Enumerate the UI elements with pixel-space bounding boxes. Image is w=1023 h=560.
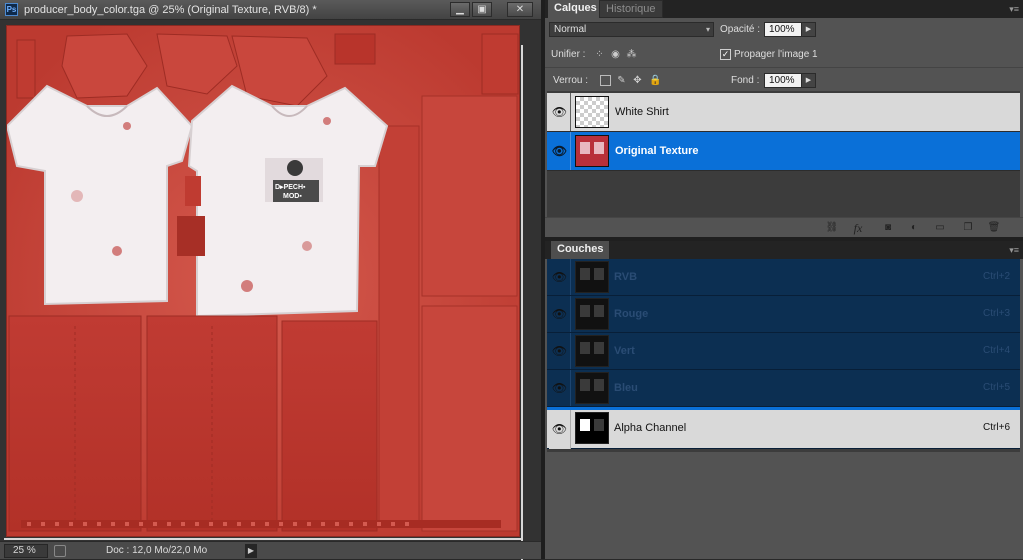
visibility-eye-icon[interactable]: 👁	[549, 370, 571, 406]
channel-thumbnail	[575, 298, 609, 330]
layers-panel: Calques Historique ▾≡ Normal ▾ Opacité :…	[545, 0, 1023, 237]
layers-tabbar: Calques Historique ▾≡	[545, 0, 1023, 18]
channel-shortcut: Ctrl+5	[983, 382, 1010, 393]
channels-panel-empty-area	[545, 452, 1023, 559]
channel-row-bleu[interactable]: 👁 Bleu Ctrl+5	[547, 370, 1020, 407]
channel-shortcut: Ctrl+6	[983, 422, 1010, 433]
zoom-field[interactable]: 25 %	[4, 544, 48, 558]
blend-mode-value: Normal	[554, 24, 587, 35]
channels-list: 👁 RVB Ctrl+2 👁 Rouge Ctrl+3 👁 Vert Ctrl+…	[547, 259, 1020, 452]
visibility-eye-icon[interactable]: 👁	[549, 259, 571, 295]
channels-tabbar: Couches ▾≡	[545, 241, 1023, 259]
opacity-arrow-button[interactable]: ▶	[801, 22, 816, 37]
texture-image: D▸PECH▪ MOD▪	[7, 26, 519, 536]
adjustment-icon[interactable]: ◐	[907, 221, 921, 235]
highlight-border-bottom	[4, 538, 523, 540]
mask-icon[interactable]: ◙	[881, 221, 895, 235]
svg-text:MOD▪: MOD▪	[283, 193, 302, 200]
panel-dock: Calques Historique ▾≡ Normal ▾ Opacité :…	[541, 0, 1023, 559]
unify-visibility-icon[interactable]: ◉	[610, 49, 621, 60]
link-icon[interactable]: ⛓	[825, 221, 839, 235]
tab-historique[interactable]: Historique	[599, 0, 663, 18]
channel-shortcut: Ctrl+4	[983, 345, 1010, 356]
visibility-eye-icon[interactable]: 👁	[549, 410, 571, 449]
channel-shortcut: Ctrl+2	[983, 271, 1010, 282]
layers-toolbar: ⛓ fx ◙ ◐ ▭ ❐ 🗑	[545, 217, 1023, 237]
channel-shortcut: Ctrl+3	[983, 308, 1010, 319]
visibility-eye-icon[interactable]: 👁	[549, 93, 571, 131]
blend-mode-select[interactable]: Normal ▾	[549, 22, 714, 37]
visibility-eye-icon[interactable]: 👁	[549, 296, 571, 332]
opacity-label: Opacité :	[720, 24, 761, 35]
layer-name[interactable]: White Shirt	[615, 106, 669, 118]
chevron-down-icon: ▾	[705, 25, 710, 34]
fill-field[interactable]: 100%	[764, 73, 802, 88]
channel-thumbnail	[575, 412, 609, 444]
fx-icon[interactable]: fx	[851, 221, 865, 235]
document-size: Doc : 12,0 Mo/22,0 Mo	[106, 545, 208, 556]
layer-thumbnail	[575, 96, 609, 128]
layers-list: 👁 White Shirt 👁 Original Texture	[547, 91, 1020, 217]
status-icon[interactable]	[54, 545, 66, 557]
maximize-button[interactable]: ▣	[472, 2, 492, 17]
svg-text:D▸PECH▪: D▸PECH▪	[275, 184, 306, 191]
panel-menu-icon[interactable]: ▾≡	[1009, 245, 1019, 256]
layer-row-original-texture[interactable]: 👁 Original Texture	[547, 132, 1020, 171]
layer-thumbnail	[575, 135, 609, 167]
visibility-eye-icon[interactable]: 👁	[549, 333, 571, 369]
channels-panel: Couches ▾≡ 👁 RVB Ctrl+2 👁 Rouge Ctrl+3 👁…	[545, 241, 1023, 559]
channel-row-vert[interactable]: 👁 Vert Ctrl+4	[547, 333, 1020, 370]
channel-row-rvb[interactable]: 👁 RVB Ctrl+2	[547, 259, 1020, 296]
channel-thumbnail	[575, 372, 609, 404]
channel-name: Alpha Channel	[614, 422, 687, 434]
unify-position-icon[interactable]: ⁘	[594, 49, 605, 60]
lock-position-icon[interactable]: ✥	[632, 75, 643, 86]
minimize-button[interactable]: ▁	[450, 2, 470, 17]
channel-thumbnail	[575, 261, 609, 293]
document-titlebar[interactable]: Ps producer_body_color.tga @ 25% (Origin…	[0, 0, 541, 20]
layer-row-white-shirt[interactable]: 👁 White Shirt	[547, 93, 1020, 132]
fill-label: Fond :	[731, 75, 760, 86]
tab-calques[interactable]: Calques	[548, 0, 603, 18]
tab-couches[interactable]: Couches	[551, 241, 610, 259]
layer-name[interactable]: Original Texture	[615, 145, 699, 157]
panel-menu-icon[interactable]: ▾≡	[1009, 4, 1019, 15]
canvas-area[interactable]: D▸PECH▪ MOD▪	[0, 20, 541, 560]
lock-all-icon[interactable]: 🔒	[649, 75, 661, 86]
highlight-border-right	[521, 45, 523, 560]
trash-icon[interactable]: 🗑	[987, 221, 1001, 235]
new-layer-icon[interactable]: ❐	[961, 221, 975, 235]
unify-label: Unifier :	[551, 49, 586, 60]
lock-transparency-icon[interactable]	[600, 75, 611, 86]
fill-arrow-button[interactable]: ▶	[801, 73, 816, 88]
unify-style-icon[interactable]: ⁂	[626, 49, 637, 60]
document-title: producer_body_color.tga @ 25% (Original …	[24, 4, 317, 16]
lock-pixels-icon[interactable]: ✎	[616, 75, 627, 86]
channel-name: RVB	[614, 271, 638, 283]
opacity-field[interactable]: 100%	[764, 22, 802, 37]
propagate-checkbox[interactable]: ✓	[720, 49, 731, 60]
channel-name: Rouge	[614, 308, 649, 320]
photoshop-icon: Ps	[5, 3, 18, 16]
channel-row-alpha[interactable]: 👁 Alpha Channel Ctrl+6	[547, 407, 1020, 449]
channel-row-rouge[interactable]: 👁 Rouge Ctrl+3	[547, 296, 1020, 333]
visibility-eye-icon[interactable]: 👁	[549, 132, 571, 170]
status-bar: 25 % Doc : 12,0 Mo/22,0 Mo ▶	[0, 541, 541, 559]
propagate-label: Propager l'image 1	[734, 49, 818, 60]
close-button[interactable]: ✕	[507, 2, 533, 17]
layers-options: Normal ▾ Opacité : 100% ▶ Unifier : ⁘ ◉ …	[545, 18, 1023, 92]
lock-label: Verrou :	[553, 75, 589, 86]
texture-canvas[interactable]: D▸PECH▪ MOD▪	[6, 25, 520, 537]
folder-icon[interactable]: ▭	[933, 221, 947, 235]
status-menu-arrow[interactable]: ▶	[245, 544, 257, 558]
document-window: Ps producer_body_color.tga @ 25% (Origin…	[0, 0, 541, 560]
channel-thumbnail	[575, 335, 609, 367]
channel-name: Bleu	[614, 382, 638, 394]
channel-name: Vert	[614, 345, 635, 357]
